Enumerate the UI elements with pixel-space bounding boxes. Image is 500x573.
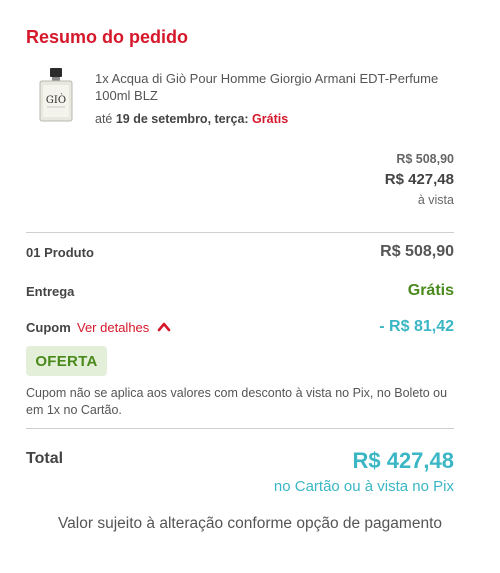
product-name: 1x Acqua di Giò Pour Homme Giorgio Arman… bbox=[95, 71, 439, 103]
products-value: R$ 508,90 bbox=[380, 243, 454, 260]
delivery-free: Grátis bbox=[252, 112, 289, 126]
product-original-price: R$ 508,90 bbox=[396, 152, 454, 166]
coupon-label: Cupom bbox=[26, 320, 71, 335]
delivery-estimate: até 19 de setembro, terça: Grátis bbox=[95, 112, 288, 126]
coupon-discount-value: - R$ 81,42 bbox=[379, 318, 454, 335]
chevron-up-icon[interactable] bbox=[157, 321, 171, 333]
coupon-code-badge: OFERTA bbox=[26, 346, 107, 376]
products-label: 01 Produto bbox=[26, 245, 94, 260]
product-current-price: R$ 427,48 bbox=[384, 171, 454, 188]
delivery-prefix: até bbox=[95, 112, 116, 126]
total-label: Total bbox=[26, 450, 64, 467]
price-disclaimer: Valor sujeito à alteração conforme opção… bbox=[57, 515, 442, 532]
order-summary-title: Resumo do pedido bbox=[26, 27, 188, 47]
coupon-note: Cupom não se aplica aos valores com desc… bbox=[26, 386, 448, 417]
total-value: R$ 427,48 bbox=[352, 448, 454, 473]
coupon-details-link[interactable]: Ver detalhes bbox=[77, 320, 149, 335]
divider bbox=[26, 232, 454, 233]
product-item: GIÒ 1x Acqua di Giò Pour Homme Giorgio A… bbox=[26, 62, 466, 132]
divider bbox=[26, 428, 454, 429]
product-price-note: à vista bbox=[417, 193, 454, 207]
delivery-label: Entrega bbox=[26, 284, 75, 299]
delivery-value: Grátis bbox=[407, 282, 454, 299]
total-payment-note: no Cartão ou à vista no Pix bbox=[273, 478, 454, 495]
delivery-date: 19 de setembro, terça: bbox=[115, 112, 249, 126]
bottle-label: GIÒ bbox=[46, 94, 66, 106]
perfume-bottle-image: GIÒ bbox=[39, 68, 73, 122]
